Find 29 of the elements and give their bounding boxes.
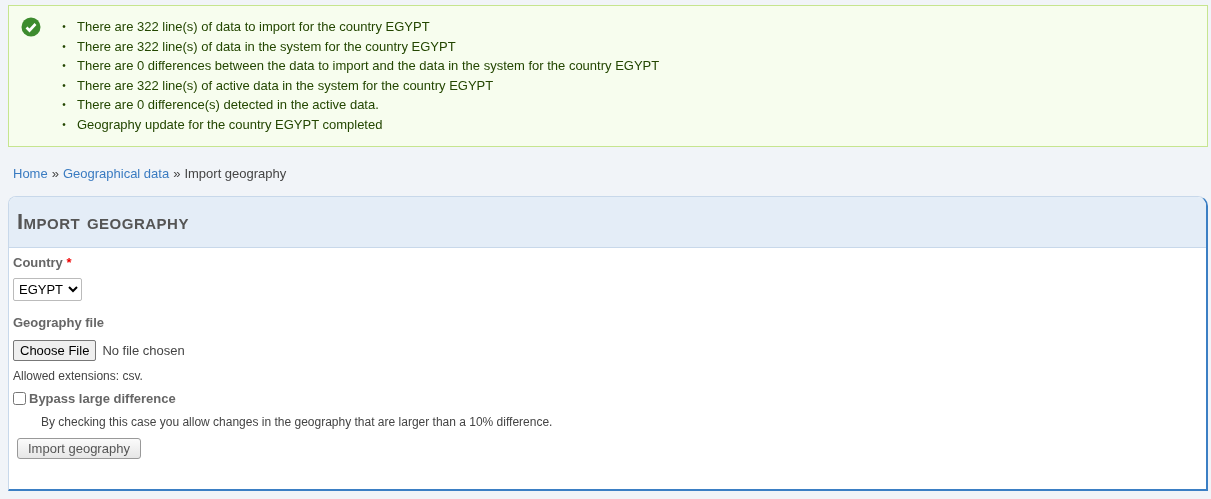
bullet: • — [61, 20, 67, 34]
breadcrumb-link[interactable]: Geographical data — [62, 165, 170, 181]
checkbox-label: Bypass large difference — [29, 390, 176, 406]
country-select[interactable]: EGYPT — [13, 277, 82, 301]
bullet: • — [61, 117, 67, 132]
message-item: There are 322 line(s) of active data in the system for the country EGYPT — [77, 76, 494, 95]
help-text: Allowed extensions: csv. — [13, 368, 143, 383]
choose-file-button[interactable]: Choose File — [13, 339, 97, 361]
import-button[interactable]: Import geography — [17, 437, 141, 459]
bullet: • — [61, 78, 67, 93]
breadcrumb-link[interactable]: Home — [13, 165, 48, 181]
breadcrumb-text: Import geography — [184, 165, 287, 181]
page-title: Import geography — [17, 208, 189, 235]
message-item: Geography update for the country EGYPT completed — [77, 115, 383, 134]
bullet: • — [61, 98, 67, 113]
field-label: Geography file — [13, 314, 105, 330]
message-item: There are 322 line(s) of data to import for the country EGYPT — [77, 18, 430, 36]
bullet: • — [61, 39, 67, 54]
breadcrumb-text: » — [173, 165, 181, 181]
breadcrumb-text: » — [51, 165, 59, 181]
check-icon — [21, 17, 41, 37]
file-status: No file chosen — [102, 342, 185, 358]
message-item: There are 0 difference(s) detected in the active data. — [77, 96, 379, 115]
message-item: There are 322 line(s) of data in the system for the country EGYPT — [77, 37, 456, 56]
field-label: Country * — [13, 254, 72, 270]
bullet: • — [61, 59, 67, 74]
message-item: There are 0 differences between the data to import and the data in the system for the country EGYPT — [77, 57, 660, 76]
bypass-checkbox[interactable] — [13, 391, 26, 405]
help-text: By checking this case you allow changes in the geography that are larger than a 10% difference. — [41, 414, 553, 429]
